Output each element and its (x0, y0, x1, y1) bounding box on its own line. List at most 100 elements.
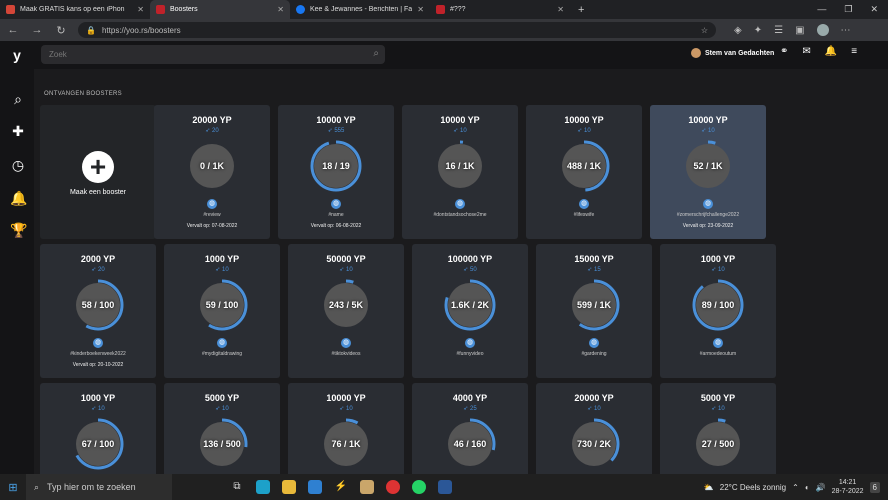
booster-tag[interactable]: #kinderboekenweek2022 (40, 351, 156, 357)
windows-start-icon[interactable]: ⊞ (0, 481, 26, 494)
tab-facebook[interactable]: Kee & Jewannes - Berichten | Fac ✕ (290, 0, 430, 19)
back-icon[interactable]: ← (6, 24, 20, 36)
close-tab-icon[interactable]: ✕ (557, 5, 564, 14)
create-booster-card[interactable]: + Maak een booster (40, 105, 156, 239)
close-tab-icon[interactable]: ✕ (137, 5, 144, 14)
new-tab-button[interactable]: + (570, 4, 592, 16)
close-window-icon[interactable]: ✕ (870, 4, 878, 15)
collections-icon[interactable]: ▣ (795, 25, 804, 36)
tab-gmail[interactable]: Maak GRATIS kans op een iPhon ✕ (0, 0, 150, 19)
file-explorer-icon[interactable] (282, 480, 296, 494)
search-icon[interactable]: ⌕ (10, 91, 26, 108)
facebook-icon (296, 5, 305, 14)
extension-icon[interactable]: ◈ (734, 25, 742, 36)
booster-progress: 52 / 1K (693, 161, 723, 171)
sidebar: ⌕ ✚ ◷ 🔔 🏆 (0, 69, 34, 474)
user-profile[interactable]: Stem van Gedachten (691, 48, 774, 58)
booster-card[interactable]: 20000 YP ➶ 20 0 / 1K ◍ #review Vervalt op: 07… (154, 105, 270, 239)
word-icon[interactable] (438, 480, 452, 494)
booster-progress: 18 / 19 (322, 161, 350, 171)
yoors-logo[interactable]: y (0, 47, 34, 63)
mail-icon[interactable]: ✉ (802, 46, 810, 57)
booster-yp: 1000 YP (700, 254, 736, 264)
whatsapp-icon[interactable] (412, 480, 426, 494)
close-tab-icon[interactable]: ✕ (417, 5, 424, 14)
booster-tag[interactable]: #review (154, 212, 270, 218)
favorites-icon[interactable]: ☰ (774, 25, 783, 36)
progress-ring: 89 / 100 (692, 279, 744, 331)
booster-expiry: Vervalt op: 23-09-2022 (682, 223, 734, 229)
booster-tag[interactable]: #funnyvideo (412, 351, 528, 357)
task-view-icon[interactable]: ⧉ (230, 480, 244, 494)
close-tab-icon[interactable]: ✕ (277, 5, 284, 14)
booster-card[interactable]: 10000 YP ➶ 555 18 / 19 ◍ #name Vervalt op: 06… (278, 105, 394, 239)
booster-card[interactable]: 1000 YP➶ 1067 / 100◍ (40, 383, 156, 474)
booster-yp: 2000 YP (80, 254, 116, 264)
booster-card[interactable]: 1000 YP ➶ 10 59 / 100 ◍ #mydigitaldrawing (164, 244, 280, 378)
search-icon[interactable]: ⌕ (373, 48, 379, 59)
booster-card[interactable]: 5000 YP➶ 10136 / 500◍ (164, 383, 280, 474)
binoculars-icon[interactable]: ⚭ (780, 46, 788, 57)
booster-card[interactable]: 15000 YP ➶ 15 599 / 1K ◍ #gardening (536, 244, 652, 378)
bell-icon[interactable]: 🔔 (10, 190, 27, 207)
tab-hashtag[interactable]: #??? ✕ (430, 0, 570, 19)
trophy-icon[interactable]: 🏆 (10, 222, 27, 239)
url-field[interactable]: 🔒 https://yoo.rs/boosters ☆ (78, 22, 716, 38)
bell-icon[interactable]: 🔔 (825, 46, 837, 57)
tray-chevron-icon[interactable]: ⌃ (792, 483, 799, 492)
progress-ring: 599 / 1K (568, 279, 620, 331)
minimize-icon[interactable]: — (817, 4, 826, 15)
booster-card[interactable]: 4000 YP➶ 2546 / 160◍ (412, 383, 528, 474)
booster-card[interactable]: 1000 YP ➶ 10 89 / 100 ◍ #armoedeoutum (660, 244, 776, 378)
booster-tag[interactable]: #tiktokvideos (288, 351, 404, 357)
search-input[interactable]: Zoek ⌕ (41, 45, 385, 64)
more-icon[interactable]: ⋯ (841, 25, 851, 36)
booster-count-value: 25 (470, 406, 477, 412)
booster-card[interactable]: 100000 YP ➶ 50 1.6K / 2K ◍ #funnyvideo (412, 244, 528, 378)
edge-icon[interactable] (256, 480, 270, 494)
rocket-icon: ➶ (215, 406, 222, 412)
network-icon[interactable]: ◐ (805, 483, 810, 492)
photos-icon[interactable] (360, 480, 374, 494)
booster-tag[interactable]: #zomerschrijfchallenge2022 (650, 212, 766, 218)
plus-icon[interactable]: ✚ (10, 123, 26, 140)
maximize-icon[interactable]: ❐ (844, 4, 852, 15)
booster-progress: 67 / 100 (81, 439, 115, 449)
booster-yp: 10000 YP (564, 115, 604, 125)
booster-progress: 0 / 1K (199, 161, 224, 171)
tab-boosters[interactable]: Boosters ✕ (150, 0, 290, 19)
booster-card[interactable]: 10000 YP ➶ 10 488 / 1K ◍ #lifeswife (526, 105, 642, 239)
forward-icon[interactable]: → (30, 24, 44, 36)
booster-progress: 136 / 500 (203, 439, 241, 449)
profile-avatar[interactable] (816, 24, 829, 36)
mail-app-icon[interactable] (308, 480, 322, 494)
booster-tag[interactable]: #lifeswife (526, 212, 642, 218)
clock-icon[interactable]: ◷ (10, 157, 26, 174)
weather-text[interactable]: 22°C Deels zonnig (720, 483, 786, 492)
volume-icon[interactable]: 🔊 (816, 483, 826, 492)
booster-tag[interactable]: #dontstandsochose2me (402, 212, 518, 218)
booster-tag[interactable]: #mydigitaldrawing (164, 351, 280, 357)
app-icon[interactable]: ⚡ (334, 480, 348, 494)
app-red-icon[interactable] (386, 480, 400, 494)
booster-tag[interactable]: #gardening (536, 351, 652, 357)
puzzle-icon[interactable]: ✦ (754, 25, 762, 36)
star-icon[interactable]: ☆ (701, 26, 708, 35)
rocket-icon: ➶ (711, 406, 718, 412)
booster-tag[interactable]: #armoedeoutum (660, 351, 776, 357)
booster-card[interactable]: 10000 YP➶ 1076 / 1K◍ (288, 383, 404, 474)
menu-icon[interactable]: ≡ (851, 46, 857, 57)
notification-badge[interactable]: 6 (869, 481, 880, 493)
booster-card[interactable]: 50000 YP ➶ 10 243 / 5K ◍ #tiktokvideos (288, 244, 404, 378)
reload-icon[interactable]: ↻ (54, 24, 68, 37)
booster-card[interactable]: 10000 YP ➶ 10 52 / 1K ◍ #zomerschrijfchallen… (650, 105, 766, 239)
taskbar-search[interactable]: ⌕ Typ hier om te zoeken (26, 474, 172, 500)
booster-card[interactable]: 10000 YP ➶ 10 16 / 1K ◍ #dontstandsochose2me (402, 105, 518, 239)
booster-tag[interactable]: #name (278, 212, 394, 218)
browser-tab-strip: Maak GRATIS kans op een iPhon ✕ Boosters… (0, 0, 888, 19)
booster-card[interactable]: 5000 YP➶ 1027 / 500◍ (660, 383, 776, 474)
booster-card[interactable]: 20000 YP➶ 10730 / 2K◍ (536, 383, 652, 474)
clock[interactable]: 14:21 28-7-2022 (832, 478, 864, 496)
booster-card[interactable]: 2000 YP ➶ 20 58 / 100 ◍ #kinderboekenweek202… (40, 244, 156, 378)
lock-icon: 🔒 (86, 25, 96, 35)
